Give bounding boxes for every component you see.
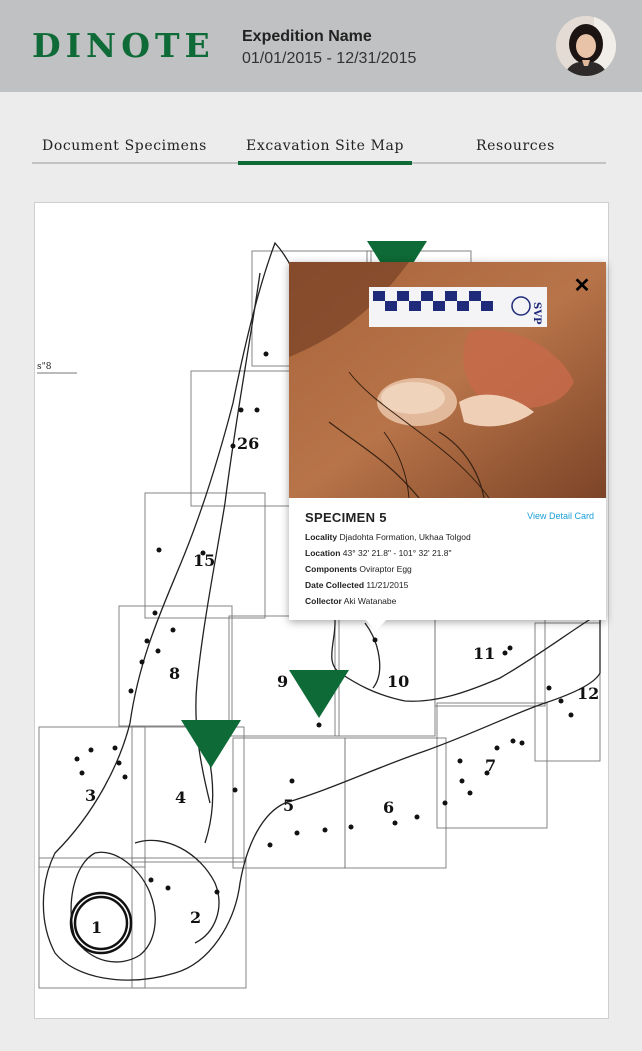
location-value: 43° 32' 21.8" - 101° 32' 21.8"	[342, 548, 452, 558]
main-tabs: Document Specimens Excavation Site Map R…	[32, 130, 606, 165]
quadrant-label-2: 2	[190, 908, 201, 927]
components-value: Oviraptor Egg	[359, 564, 412, 574]
quadrant-label-12: 12	[577, 684, 599, 703]
locality-value: Djadohta Formation, Ukhaa Tolgod	[339, 532, 471, 542]
app-header: DINOTE Expedition Name 01/01/2015 - 12/3…	[0, 0, 642, 92]
quadrant-label-8: 8	[169, 664, 180, 683]
specimen-photo-image: SVP	[289, 262, 606, 498]
scale-bar-label: SVP	[531, 302, 542, 325]
expedition-name: Expedition Name	[242, 28, 372, 45]
components-label: Components	[305, 564, 357, 574]
specimen-location-row: Location 43° 32' 21.8" - 101° 32' 21.8"	[305, 548, 452, 558]
quadrant-label-11: 11	[473, 644, 495, 663]
quadrant-label-5: 5	[283, 796, 294, 815]
quadrant-label-3: 3	[85, 786, 96, 805]
specimen-popup: SVP ✕ SPECIMEN 5 View Detail Card Locali…	[289, 262, 606, 631]
quadrant-label-15: 15	[193, 551, 215, 570]
avatar-photo	[556, 16, 616, 76]
quadrant-label-6: 6	[383, 798, 394, 817]
user-avatar[interactable]	[556, 16, 616, 76]
collector-value: Aki Watanabe	[343, 596, 397, 606]
tab-document-specimens[interactable]: Document Specimens	[42, 138, 207, 154]
quadrant-label-4: 4	[175, 788, 186, 807]
specimen-date-row: Date Collected 11/21/2015	[305, 580, 408, 590]
specimen-title: SPECIMEN 5	[305, 510, 387, 525]
expedition-dates: 01/01/2015 - 12/31/2015	[242, 50, 417, 67]
locality-label: Locality	[305, 532, 338, 542]
quadrant-label-26: 26	[237, 434, 259, 453]
date-collected-value: 11/21/2015	[366, 580, 409, 590]
specimen-components-row: Components Oviraptor Egg	[305, 564, 412, 574]
quadrant-label-1: 1	[91, 918, 102, 937]
specimen-marker-4[interactable]	[181, 720, 241, 768]
view-detail-card-link[interactable]: View Detail Card	[527, 511, 594, 521]
specimen-collector-row: Collector Aki Watanabe	[305, 596, 396, 606]
map-scale-label: s"8	[37, 362, 52, 372]
specimen-photo: SVP	[289, 262, 606, 498]
quadrant-label-10: 10	[387, 672, 409, 691]
dinote-logo[interactable]: DINOTE	[32, 26, 215, 65]
tab-excavation-site-map[interactable]: Excavation Site Map	[237, 138, 413, 165]
location-label: Location	[305, 548, 341, 558]
specimen-marker-9[interactable]	[289, 670, 349, 718]
popup-pointer	[364, 618, 388, 631]
date-collected-label: Date Collected	[305, 580, 365, 590]
quadrant-label-9: 9	[277, 672, 288, 691]
close-icon[interactable]: ✕	[572, 276, 592, 296]
quadrant-label-7: 7	[485, 756, 496, 775]
specimen-locality-row: Locality Djadohta Formation, Ukhaa Tolgo…	[305, 532, 471, 542]
collector-label: Collector	[305, 596, 342, 606]
tab-resources[interactable]: Resources	[476, 138, 555, 154]
